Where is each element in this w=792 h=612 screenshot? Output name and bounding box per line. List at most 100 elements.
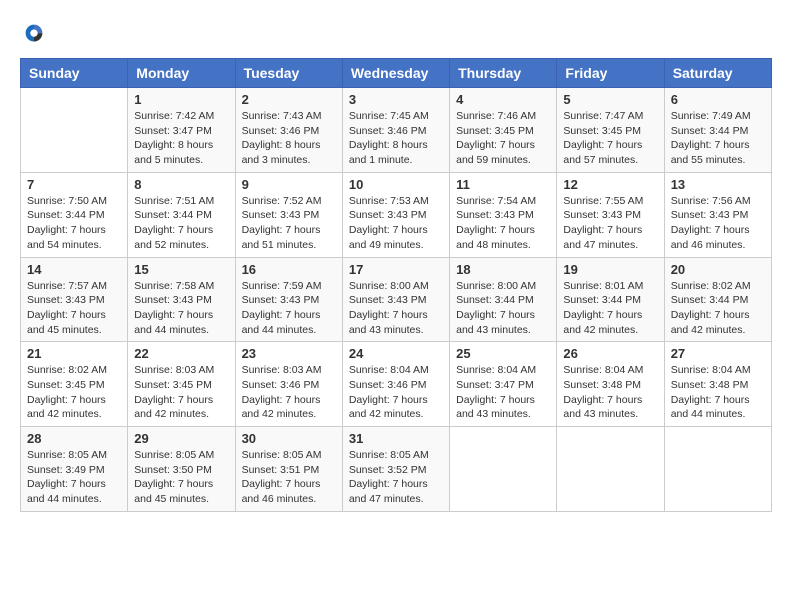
day-number: 23: [242, 346, 336, 361]
day-info: Sunrise: 7:56 AM Sunset: 3:43 PM Dayligh…: [671, 194, 765, 253]
day-info: Sunrise: 8:01 AM Sunset: 3:44 PM Dayligh…: [563, 279, 657, 338]
weekday-header: Friday: [557, 59, 664, 88]
sunrise: Sunrise: 7:59 AM: [242, 280, 322, 292]
sunrise: Sunrise: 8:05 AM: [134, 449, 214, 461]
sunset: Sunset: 3:45 PM: [27, 379, 105, 391]
day-info: Sunrise: 8:05 AM Sunset: 3:49 PM Dayligh…: [27, 448, 121, 507]
daylight: Daylight: 7 hours and 42 minutes.: [134, 394, 213, 421]
calendar-day-cell: 26 Sunrise: 8:04 AM Sunset: 3:48 PM Dayl…: [557, 342, 664, 427]
sunrise: Sunrise: 7:55 AM: [563, 195, 643, 207]
sunrise: Sunrise: 7:47 AM: [563, 110, 643, 122]
day-info: Sunrise: 7:58 AM Sunset: 3:43 PM Dayligh…: [134, 279, 228, 338]
sunset: Sunset: 3:50 PM: [134, 464, 212, 476]
calendar-week-row: 21 Sunrise: 8:02 AM Sunset: 3:45 PM Dayl…: [21, 342, 772, 427]
day-number: 29: [134, 431, 228, 446]
calendar-day-cell: 7 Sunrise: 7:50 AM Sunset: 3:44 PM Dayli…: [21, 172, 128, 257]
daylight: Daylight: 7 hours and 42 minutes.: [27, 394, 106, 421]
sunrise: Sunrise: 8:04 AM: [671, 364, 751, 376]
day-info: Sunrise: 7:47 AM Sunset: 3:45 PM Dayligh…: [563, 109, 657, 168]
sunset: Sunset: 3:46 PM: [242, 379, 320, 391]
day-info: Sunrise: 8:00 AM Sunset: 3:44 PM Dayligh…: [456, 279, 550, 338]
day-number: 26: [563, 346, 657, 361]
daylight: Daylight: 7 hours and 59 minutes.: [456, 139, 535, 166]
sunset: Sunset: 3:43 PM: [242, 294, 320, 306]
daylight: Daylight: 7 hours and 43 minutes.: [349, 309, 428, 336]
sunset: Sunset: 3:43 PM: [456, 209, 534, 221]
logo-icon: [20, 20, 48, 48]
daylight: Daylight: 7 hours and 42 minutes.: [242, 394, 321, 421]
calendar-day-cell: 21 Sunrise: 8:02 AM Sunset: 3:45 PM Dayl…: [21, 342, 128, 427]
calendar-day-cell: 19 Sunrise: 8:01 AM Sunset: 3:44 PM Dayl…: [557, 257, 664, 342]
day-number: 19: [563, 262, 657, 277]
day-info: Sunrise: 8:03 AM Sunset: 3:45 PM Dayligh…: [134, 363, 228, 422]
daylight: Daylight: 7 hours and 54 minutes.: [27, 224, 106, 251]
calendar-day-cell: 5 Sunrise: 7:47 AM Sunset: 3:45 PM Dayli…: [557, 88, 664, 173]
day-number: 21: [27, 346, 121, 361]
daylight: Daylight: 7 hours and 48 minutes.: [456, 224, 535, 251]
calendar-week-row: 28 Sunrise: 8:05 AM Sunset: 3:49 PM Dayl…: [21, 427, 772, 512]
sunset: Sunset: 3:44 PM: [563, 294, 641, 306]
calendar-day-cell: 18 Sunrise: 8:00 AM Sunset: 3:44 PM Dayl…: [450, 257, 557, 342]
sunrise: Sunrise: 8:04 AM: [563, 364, 643, 376]
daylight: Daylight: 7 hours and 43 minutes.: [456, 394, 535, 421]
calendar-day-cell: 13 Sunrise: 7:56 AM Sunset: 3:43 PM Dayl…: [664, 172, 771, 257]
weekday-header: Wednesday: [342, 59, 449, 88]
sunset: Sunset: 3:43 PM: [671, 209, 749, 221]
sunrise: Sunrise: 7:52 AM: [242, 195, 322, 207]
sunrise: Sunrise: 7:54 AM: [456, 195, 536, 207]
sunset: Sunset: 3:44 PM: [27, 209, 105, 221]
day-info: Sunrise: 7:54 AM Sunset: 3:43 PM Dayligh…: [456, 194, 550, 253]
daylight: Daylight: 7 hours and 44 minutes.: [671, 394, 750, 421]
day-info: Sunrise: 8:03 AM Sunset: 3:46 PM Dayligh…: [242, 363, 336, 422]
day-info: Sunrise: 7:49 AM Sunset: 3:44 PM Dayligh…: [671, 109, 765, 168]
daylight: Daylight: 8 hours and 5 minutes.: [134, 139, 213, 166]
sunset: Sunset: 3:46 PM: [349, 379, 427, 391]
sunrise: Sunrise: 7:45 AM: [349, 110, 429, 122]
sunset: Sunset: 3:43 PM: [563, 209, 641, 221]
calendar-header-row: SundayMondayTuesdayWednesdayThursdayFrid…: [21, 59, 772, 88]
page-header: [20, 20, 772, 48]
calendar-day-cell: 22 Sunrise: 8:03 AM Sunset: 3:45 PM Dayl…: [128, 342, 235, 427]
daylight: Daylight: 7 hours and 44 minutes.: [242, 309, 321, 336]
calendar-day-cell: 29 Sunrise: 8:05 AM Sunset: 3:50 PM Dayl…: [128, 427, 235, 512]
day-number: 8: [134, 177, 228, 192]
day-number: 9: [242, 177, 336, 192]
calendar-day-cell: 10 Sunrise: 7:53 AM Sunset: 3:43 PM Dayl…: [342, 172, 449, 257]
calendar-day-cell: 2 Sunrise: 7:43 AM Sunset: 3:46 PM Dayli…: [235, 88, 342, 173]
day-number: 2: [242, 92, 336, 107]
day-number: 1: [134, 92, 228, 107]
daylight: Daylight: 7 hours and 45 minutes.: [134, 478, 213, 505]
day-info: Sunrise: 7:45 AM Sunset: 3:46 PM Dayligh…: [349, 109, 443, 168]
day-info: Sunrise: 8:05 AM Sunset: 3:52 PM Dayligh…: [349, 448, 443, 507]
calendar-day-cell: [21, 88, 128, 173]
calendar-day-cell: 27 Sunrise: 8:04 AM Sunset: 3:48 PM Dayl…: [664, 342, 771, 427]
day-number: 15: [134, 262, 228, 277]
calendar-week-row: 7 Sunrise: 7:50 AM Sunset: 3:44 PM Dayli…: [21, 172, 772, 257]
sunrise: Sunrise: 8:01 AM: [563, 280, 643, 292]
sunrise: Sunrise: 8:00 AM: [349, 280, 429, 292]
sunset: Sunset: 3:49 PM: [27, 464, 105, 476]
day-info: Sunrise: 8:04 AM Sunset: 3:47 PM Dayligh…: [456, 363, 550, 422]
calendar-table: SundayMondayTuesdayWednesdayThursdayFrid…: [20, 58, 772, 512]
day-info: Sunrise: 8:04 AM Sunset: 3:48 PM Dayligh…: [671, 363, 765, 422]
sunset: Sunset: 3:46 PM: [349, 125, 427, 137]
sunset: Sunset: 3:52 PM: [349, 464, 427, 476]
sunset: Sunset: 3:44 PM: [134, 209, 212, 221]
day-number: 30: [242, 431, 336, 446]
day-info: Sunrise: 7:42 AM Sunset: 3:47 PM Dayligh…: [134, 109, 228, 168]
calendar-day-cell: 24 Sunrise: 8:04 AM Sunset: 3:46 PM Dayl…: [342, 342, 449, 427]
day-number: 5: [563, 92, 657, 107]
sunrise: Sunrise: 7:58 AM: [134, 280, 214, 292]
daylight: Daylight: 8 hours and 3 minutes.: [242, 139, 321, 166]
sunrise: Sunrise: 8:05 AM: [242, 449, 322, 461]
day-number: 7: [27, 177, 121, 192]
sunset: Sunset: 3:44 PM: [456, 294, 534, 306]
day-number: 25: [456, 346, 550, 361]
day-number: 22: [134, 346, 228, 361]
day-info: Sunrise: 8:04 AM Sunset: 3:46 PM Dayligh…: [349, 363, 443, 422]
weekday-header: Saturday: [664, 59, 771, 88]
sunset: Sunset: 3:45 PM: [456, 125, 534, 137]
day-info: Sunrise: 7:46 AM Sunset: 3:45 PM Dayligh…: [456, 109, 550, 168]
sunrise: Sunrise: 8:02 AM: [671, 280, 751, 292]
sunrise: Sunrise: 8:03 AM: [134, 364, 214, 376]
